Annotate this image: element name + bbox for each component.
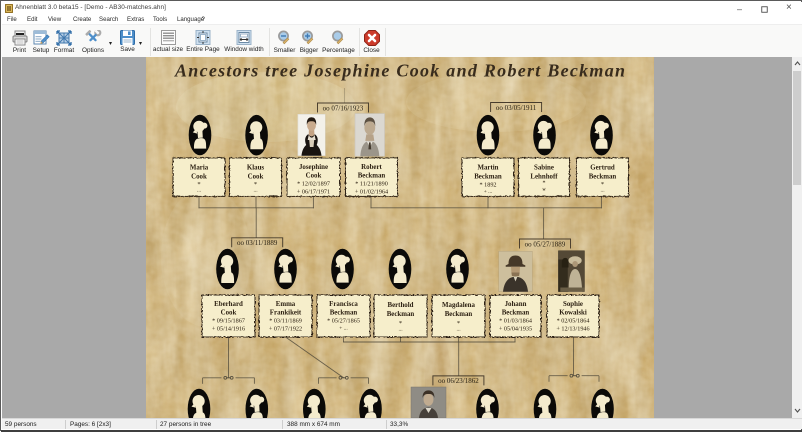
svg-text:Cook: Cook [248, 173, 264, 180]
svg-text:Robert: Robert [361, 164, 382, 171]
svg-text:Martin: Martin [477, 164, 498, 171]
svg-text:Magdalena: Magdalena [442, 302, 475, 309]
svg-text:...: ... [542, 193, 546, 198]
svg-text:...: ... [197, 187, 202, 193]
svg-text:Emma: Emma [276, 301, 296, 308]
svg-text:Beckman: Beckman [358, 172, 386, 179]
svg-text:...: ... [600, 187, 605, 193]
svg-text:Beckman: Beckman [474, 173, 502, 180]
svg-text:+ ...: + ... [339, 326, 348, 332]
svg-text:Klaus: Klaus [247, 164, 265, 171]
svg-text:Gertrud: Gertrud [590, 164, 615, 171]
svg-text:+ 12/13/1946: + 12/13/1946 [556, 326, 589, 333]
svg-text:Maria: Maria [190, 164, 209, 171]
svg-text:oo 06/23/1862: oo 06/23/1862 [438, 377, 479, 385]
svg-text:* 01/03/1864: * 01/03/1864 [499, 318, 532, 325]
svg-text:Ancestors tree Josephine Cook: Ancestors tree Josephine Cook and Robert… [174, 61, 625, 81]
svg-text:+ 01/02/1964: + 01/02/1964 [355, 188, 388, 195]
svg-text:+ 07/17/1922: + 07/17/1922 [269, 326, 302, 333]
svg-text:+ 05/14/1916: + 05/14/1916 [212, 326, 245, 333]
svg-text:Beckman: Beckman [445, 311, 473, 318]
svg-text:Kowalski: Kowalski [559, 310, 587, 317]
svg-text:...: ... [253, 187, 258, 193]
svg-text:Sabine: Sabine [534, 164, 554, 171]
svg-text:* 1892: * 1892 [479, 181, 496, 188]
svg-text:Frankikeit: Frankikeit [270, 310, 302, 317]
svg-text:* 11/21/1890: * 11/21/1890 [355, 180, 388, 187]
svg-text:Eberhard: Eberhard [214, 301, 243, 308]
svg-text:Beckman: Beckman [502, 310, 530, 317]
svg-text:Lehnhoff: Lehnhoff [530, 173, 558, 180]
svg-text:oo 05/27/1889: oo 05/27/1889 [525, 240, 566, 248]
svg-text:oo 03/11/1889: oo 03/11/1889 [237, 239, 278, 247]
svg-text:Francisca: Francisca [329, 301, 358, 308]
svg-text:Cook: Cook [191, 173, 207, 180]
svg-text:...: ... [398, 327, 403, 333]
svg-text:Beckman: Beckman [589, 173, 617, 180]
svg-text:Johann: Johann [505, 301, 527, 308]
svg-text:+ ...: + ... [484, 189, 493, 195]
svg-text:Beckman: Beckman [387, 311, 415, 318]
svg-text:Josephine: Josephine [299, 164, 328, 171]
svg-text:+ 05/04/1935: + 05/04/1935 [499, 326, 532, 333]
svg-text:Cook: Cook [221, 310, 237, 317]
svg-text:...: ... [456, 327, 461, 333]
svg-text:* 02/05/1864: * 02/05/1864 [557, 318, 590, 325]
svg-text:Berthold: Berthold [387, 302, 413, 309]
svg-text:oo 03/05/1911: oo 03/05/1911 [496, 104, 537, 112]
svg-text:Sophie: Sophie [563, 301, 583, 308]
svg-text:+ 06/17/1971: + 06/17/1971 [297, 188, 330, 195]
svg-text:Cook: Cook [306, 172, 322, 179]
svg-text:* 03/11/1869: * 03/11/1869 [269, 318, 302, 325]
svg-text:oo 07/16/1923: oo 07/16/1923 [323, 104, 364, 112]
svg-text:Beckman: Beckman [330, 310, 358, 317]
svg-text:* 05/27/1865: * 05/27/1865 [327, 318, 360, 325]
svg-text:* 09/15/1867: * 09/15/1867 [212, 318, 245, 325]
svg-text:* 12/02/1897: * 12/02/1897 [297, 180, 330, 187]
